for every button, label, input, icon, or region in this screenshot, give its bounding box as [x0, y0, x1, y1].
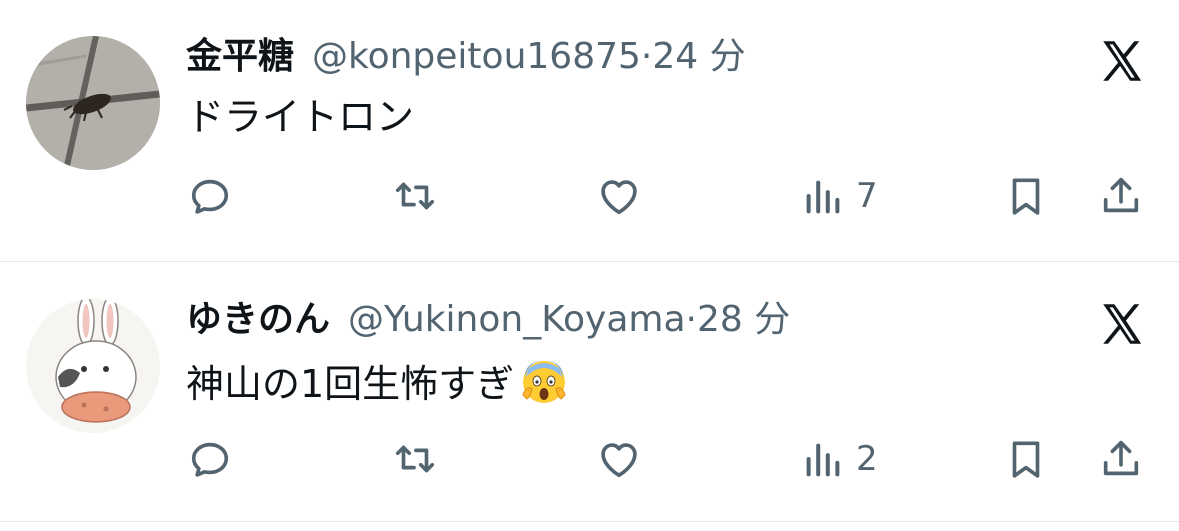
views-count: 2 [856, 439, 878, 479]
bookmark-icon [1003, 436, 1049, 482]
timestamp[interactable]: 24 分 [652, 36, 745, 77]
retweet-button[interactable] [392, 431, 438, 487]
like-button[interactable] [596, 431, 642, 487]
tweet-text: 神山の1回生怖すぎ [186, 357, 568, 407]
tweet-text: ドライトロン [186, 94, 414, 140]
tweet-text-content: ドライトロン [186, 95, 415, 139]
retweet-icon [392, 173, 438, 219]
face-screaming-in-fear-icon [522, 360, 566, 403]
photo-avatar-image [26, 36, 160, 170]
heart-icon [596, 436, 642, 482]
tweet-card[interactable]: 金平糖 @konpeitou16875·24 分 ドライトロン 7 [0, 0, 1179, 262]
share-button[interactable] [1098, 431, 1144, 487]
dot-separator: · [685, 299, 697, 340]
rabbit-illustration-avatar-image [26, 299, 160, 433]
user-handle[interactable]: @Yukinon_Koyama [348, 299, 686, 340]
tweet-text-content: 神山の1回生怖すぎ [186, 362, 515, 406]
reply-button[interactable] [187, 431, 233, 487]
action-bar: 7 [0, 168, 1179, 224]
avatar[interactable] [26, 36, 160, 170]
display-name[interactable]: 金平糖 [186, 36, 294, 77]
bookmark-icon [1003, 173, 1049, 219]
reply-icon [187, 436, 233, 482]
tweet-card[interactable]: ゆきのん @Yukinon_Koyama·28 分 神山の1回生怖すぎ 2 [0, 263, 1179, 525]
share-icon [1098, 436, 1144, 482]
bookmark-button[interactable] [1003, 168, 1049, 224]
views-count: 7 [856, 176, 878, 216]
analytics-icon [800, 173, 846, 219]
views-button[interactable]: 7 [800, 168, 878, 224]
x-logo-icon[interactable] [1094, 299, 1150, 349]
reply-icon [187, 173, 233, 219]
action-bar: 2 [0, 431, 1179, 487]
tweet-header: 金平糖 @konpeitou16875·24 分 [186, 34, 746, 80]
divider [0, 261, 1179, 262]
tweet-header: ゆきのん @Yukinon_Koyama·28 分 [186, 297, 790, 343]
display-name[interactable]: ゆきのん [186, 299, 330, 340]
retweet-icon [392, 436, 438, 482]
retweet-button[interactable] [392, 168, 438, 224]
reply-button[interactable] [187, 168, 233, 224]
user-handle[interactable]: @konpeitou16875 [312, 36, 641, 77]
avatar[interactable] [26, 299, 160, 433]
share-icon [1098, 173, 1144, 219]
analytics-icon [800, 436, 846, 482]
x-logo-icon[interactable] [1094, 36, 1150, 86]
timestamp[interactable]: 28 分 [697, 299, 790, 340]
heart-icon [596, 173, 642, 219]
views-button[interactable]: 2 [800, 431, 878, 487]
bookmark-button[interactable] [1003, 431, 1049, 487]
like-button[interactable] [596, 168, 642, 224]
share-button[interactable] [1098, 168, 1144, 224]
dot-separator: · [640, 36, 653, 77]
divider [0, 521, 1179, 522]
